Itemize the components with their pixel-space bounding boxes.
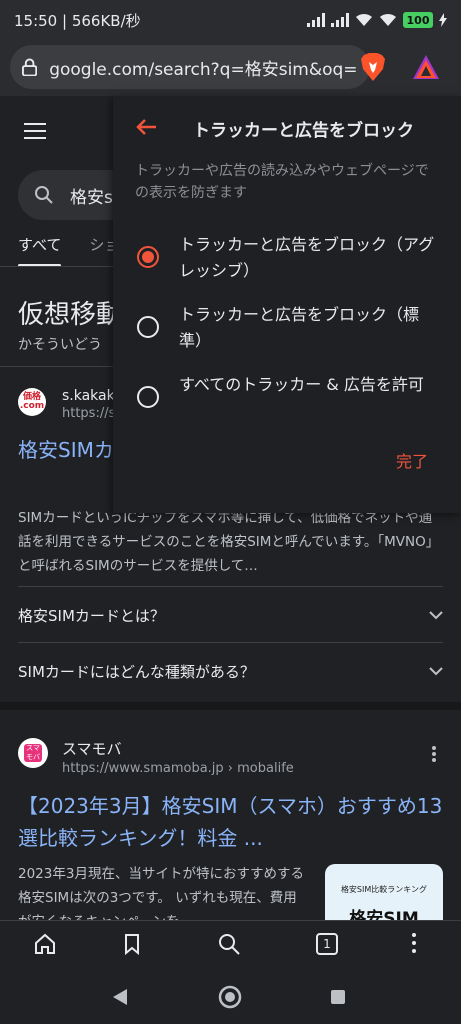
search-query[interactable]: 格安s bbox=[70, 183, 113, 208]
result-snippet: SIMカードというICチップをスマホ等に挿して、低価格でネットや通話を利用できる… bbox=[18, 510, 440, 574]
signal-icon-2 bbox=[331, 13, 349, 27]
radio-button[interactable] bbox=[137, 316, 159, 338]
option-label: トラッカーと広告をブロック（標準） bbox=[179, 305, 420, 350]
url-text[interactable]: google.com/search?q=格安sim&oq=格 bbox=[49, 55, 358, 80]
site-favicon: スマ モバ bbox=[18, 738, 48, 768]
result-card: スマ モバ スマモバ https://www.smamoba.jp › moba… bbox=[0, 710, 461, 920]
search-icon bbox=[35, 186, 53, 204]
browser-toolbar: google.com/search?q=格安sim&oq=格 bbox=[0, 40, 461, 96]
brave-rewards-icon[interactable] bbox=[412, 54, 440, 80]
back-icon[interactable] bbox=[112, 988, 128, 1006]
back-arrow-icon[interactable] bbox=[135, 118, 157, 136]
divider bbox=[18, 642, 443, 643]
radio-button[interactable] bbox=[137, 246, 159, 268]
more-options-icon[interactable] bbox=[432, 746, 436, 762]
tab-all[interactable]: すべて bbox=[18, 234, 62, 267]
thumb-caption: 格安SIM比較ランキング bbox=[340, 885, 428, 894]
status-time: 15:50 | 566KB/秒 bbox=[14, 11, 141, 30]
tracker-blocking-menu: トラッカーと広告をブロック トラッカーや広告の読み込みやウェブページでの表示を防… bbox=[113, 96, 461, 513]
site-favicon: 価格 .com bbox=[18, 388, 46, 416]
site-url: https://s bbox=[62, 406, 116, 421]
result-site[interactable]: s.kakak https://s bbox=[62, 388, 115, 421]
battery-icon: 100 bbox=[403, 12, 433, 28]
search-tabs: すべて ショ bbox=[18, 234, 119, 267]
divider bbox=[18, 586, 443, 587]
chevron-down-icon bbox=[429, 610, 443, 619]
lock-icon[interactable] bbox=[22, 58, 38, 76]
option-label: すべてのトラッカー & 広告を許可 bbox=[179, 375, 424, 394]
site-name: スマモバ bbox=[62, 740, 122, 758]
result-title-link[interactable]: 【2023年3月】格安SIM（スマホ）おすすめ13選比較ランキング！料金 ... bbox=[18, 790, 443, 854]
faq-item[interactable]: SIMカードにはどんな種類がある？ bbox=[18, 644, 443, 698]
site-name: s.kakak bbox=[62, 388, 115, 404]
option-allow-all[interactable]: すべてのトラッカー & 広告を許可 bbox=[137, 372, 437, 408]
faq-item[interactable]: 格安SIMカードとは？ bbox=[18, 588, 443, 642]
option-standard[interactable]: トラッカーと広告をブロック（標準） bbox=[137, 302, 437, 354]
done-button[interactable]: 完了 bbox=[396, 448, 428, 472]
chevron-down-icon bbox=[429, 666, 443, 675]
result-site[interactable]: スマモバ https://www.smamoba.jp › mobalife bbox=[62, 738, 294, 776]
tab-switcher-button[interactable]: 1 bbox=[316, 933, 338, 955]
menu-icon[interactable] bbox=[24, 122, 46, 140]
thumb-title: 格安SIM bbox=[349, 909, 419, 920]
menu-description: トラッカーや広告の読み込みやウェブページでの表示を防ぎます bbox=[135, 163, 429, 201]
address-bar[interactable]: google.com/search?q=格安sim&oq=格 bbox=[10, 45, 370, 89]
radio-button[interactable] bbox=[137, 386, 159, 408]
knowledge-heading: 仮想移動 bbox=[18, 300, 123, 330]
wifi-icon bbox=[356, 13, 372, 26]
wifi-icon-2 bbox=[380, 13, 396, 26]
recents-icon[interactable] bbox=[330, 989, 346, 1005]
status-bar: 15:50 | 566KB/秒 100 bbox=[0, 0, 461, 40]
overflow-menu-icon[interactable] bbox=[412, 933, 416, 953]
home-circle-icon[interactable] bbox=[218, 985, 242, 1009]
search-icon[interactable] bbox=[218, 933, 240, 955]
signal-icon bbox=[307, 13, 325, 27]
option-label: トラッカーと広告をブロック（アグレッシブ） bbox=[179, 235, 435, 280]
bookmark-icon[interactable] bbox=[124, 933, 140, 955]
home-icon[interactable] bbox=[34, 933, 56, 955]
system-nav-bar bbox=[0, 970, 461, 1024]
brave-shields-icon[interactable] bbox=[360, 52, 386, 82]
section-separator bbox=[0, 702, 461, 710]
site-url: https://www.smamoba.jp › mobalife bbox=[62, 761, 294, 776]
charging-icon bbox=[439, 13, 447, 27]
option-aggressive[interactable]: トラッカーと広告をブロック（アグレッシブ） bbox=[137, 232, 437, 284]
result-snippet: 2023年3月現在、当サイトが特におすすめする格安SIMは次の3つです。 いずれ… bbox=[18, 866, 304, 920]
knowledge-reading: かそういどう bbox=[18, 337, 102, 353]
bottom-toolbar: 1 bbox=[0, 920, 461, 970]
faq-question: SIMカードにはどんな種類がある？ bbox=[18, 662, 255, 681]
menu-title: トラッカーと広告をブロック bbox=[193, 121, 414, 141]
result-thumbnail[interactable]: 格安SIM比較ランキング 格安SIM bbox=[325, 864, 443, 920]
faq-question: 格安SIMカードとは？ bbox=[18, 606, 165, 625]
